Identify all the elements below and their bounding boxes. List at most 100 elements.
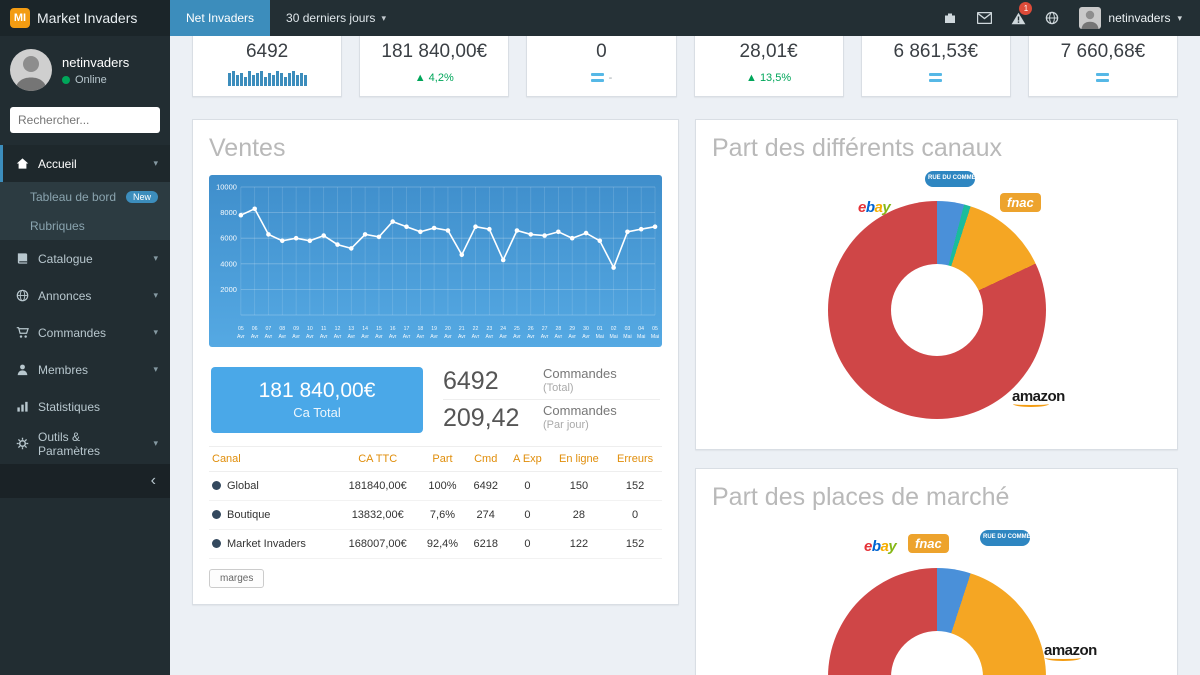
table-row: Boutique 13832,00€ 7,6% 274 0 28 0 — [209, 501, 662, 530]
topbar-actions: 1 netinvaders ▾ — [933, 0, 1200, 36]
globe-icon[interactable] — [1035, 0, 1069, 36]
channel-dot-icon — [212, 481, 221, 490]
notification-badge: 1 — [1019, 2, 1032, 15]
stat-value: 28,01€ — [701, 41, 837, 63]
sidebar-collapse[interactable]: ‹ — [0, 464, 170, 498]
svg-text:Avr: Avr — [334, 334, 342, 340]
marche-panel: Part des places de marché ebay fnac RUE … — [695, 468, 1178, 675]
svg-text:13: 13 — [348, 326, 354, 332]
svg-text:Avr: Avr — [417, 334, 425, 340]
svg-text:Avr: Avr — [430, 334, 438, 340]
svg-text:10000: 10000 — [216, 182, 237, 191]
sidebar-item-accueil[interactable]: Accueil ▾ — [0, 145, 170, 182]
ventes-line-chart: 20004000600080001000005Avr06Avr07Avr08Av… — [209, 175, 662, 347]
equal-icon — [591, 73, 604, 82]
sidebar-item-catalogue[interactable]: Catalogue ▾ — [0, 240, 170, 277]
user-menu[interactable]: netinvaders ▾ — [1069, 7, 1192, 29]
sidebar-item-membres[interactable]: Membres ▾ — [0, 351, 170, 388]
user-icon — [16, 363, 29, 376]
bar-chart-icon — [16, 400, 29, 413]
svg-text:4000: 4000 — [220, 259, 237, 268]
tab-net-invaders[interactable]: Net Invaders — [170, 0, 270, 36]
svg-text:30: 30 — [583, 326, 589, 332]
svg-text:Avr: Avr — [375, 334, 383, 340]
svg-text:Mai: Mai — [637, 334, 645, 340]
svg-text:11: 11 — [321, 326, 326, 332]
svg-text:25: 25 — [514, 326, 520, 332]
svg-text:21: 21 — [459, 326, 465, 332]
chevron-down-icon: ▾ — [153, 364, 158, 375]
period-dropdown[interactable]: 30 derniers jours ▾ — [270, 0, 402, 36]
svg-text:Avr: Avr — [237, 334, 245, 340]
channel-dot-icon — [212, 539, 221, 548]
svg-text:12: 12 — [335, 326, 341, 332]
topbar: MI Market Invaders Net Invaders 30 derni… — [0, 0, 1200, 36]
svg-text:Mai: Mai — [623, 334, 631, 340]
amazon-logo: amazon — [1012, 388, 1065, 407]
sidebar-item-annonces[interactable]: Annonces ▾ — [0, 277, 170, 314]
ebay-logo: ebay — [864, 538, 896, 555]
svg-text:Avr: Avr — [361, 334, 369, 340]
svg-text:Avr: Avr — [292, 334, 300, 340]
alert-icon[interactable]: 1 — [1001, 0, 1035, 36]
svg-text:03: 03 — [625, 326, 631, 332]
svg-text:Avr: Avr — [347, 334, 355, 340]
sidebar-user-name: netinvaders — [62, 55, 129, 70]
user-status[interactable]: Online — [62, 74, 129, 86]
svg-text:6000: 6000 — [220, 234, 237, 243]
svg-text:Avr: Avr — [389, 334, 397, 340]
search-input[interactable] — [10, 107, 160, 133]
equal-icon — [1096, 73, 1109, 82]
sidebar-item-outils-parametres[interactable]: Outils & Paramètres ▾ — [0, 425, 170, 462]
period-label: 30 derniers jours — [286, 11, 375, 25]
sidebar-submenu-accueil: Tableau de bord New Rubriques — [0, 182, 170, 240]
svg-text:08: 08 — [279, 326, 285, 332]
sparkline-chart — [228, 70, 307, 86]
svg-text:Avr: Avr — [555, 334, 563, 340]
marges-button[interactable]: marges — [209, 569, 264, 588]
ventes-panel: Ventes 20004000600080001000005Avr06Avr07… — [192, 119, 679, 605]
svg-text:Avr: Avr — [582, 334, 590, 340]
sidebar-item-tableau-de-bord[interactable]: Tableau de bord New — [0, 182, 170, 211]
chevron-down-icon: ▾ — [381, 13, 386, 24]
app-logo[interactable]: MI Market Invaders — [0, 0, 170, 36]
main-content: COMMANDES 6492 VENTES 181 840,00€ ▲ 4,2%… — [170, 0, 1200, 675]
svg-text:Avr: Avr — [499, 334, 507, 340]
sidebar-item-commandes[interactable]: Commandes ▾ — [0, 314, 170, 351]
svg-text:09: 09 — [293, 326, 299, 332]
box-icon[interactable] — [933, 0, 967, 36]
new-badge: New — [126, 191, 158, 203]
svg-text:Avr: Avr — [320, 334, 328, 340]
canaux-donut-chart — [828, 201, 1046, 419]
table-row: Global 181840,00€ 100% 6492 0 150 152 — [209, 472, 662, 501]
svg-text:22: 22 — [473, 326, 479, 332]
brand-title: Market Invaders — [37, 10, 137, 26]
chevron-down-icon: ▾ — [153, 290, 158, 301]
svg-text:Avr: Avr — [541, 334, 549, 340]
svg-text:Avr: Avr — [527, 334, 535, 340]
svg-text:23: 23 — [486, 326, 492, 332]
rue-du-commerce-logo: RUE DU COMMERCE — [925, 171, 975, 187]
trend-up-icon: ▲ 4,2% — [415, 72, 454, 84]
svg-text:17: 17 — [404, 326, 410, 332]
svg-text:18: 18 — [417, 326, 423, 332]
canaux-panel: Part des différents canaux ebay RUE DU C… — [695, 119, 1178, 450]
svg-text:14: 14 — [362, 326, 368, 332]
sidebar-item-statistiques[interactable]: Statistiques — [0, 388, 170, 425]
gears-icon — [16, 437, 29, 450]
svg-text:19: 19 — [431, 326, 437, 332]
svg-text:27: 27 — [542, 326, 548, 332]
sidebar-item-rubriques[interactable]: Rubriques — [0, 211, 170, 240]
svg-text:04: 04 — [638, 326, 644, 332]
equal-icon — [929, 73, 942, 82]
chevron-down-icon: ▾ — [153, 158, 158, 169]
svg-text:Avr: Avr — [251, 334, 259, 340]
book-icon — [16, 252, 29, 265]
svg-text:Avr: Avr — [403, 334, 411, 340]
mail-icon[interactable] — [967, 0, 1001, 36]
panel-title-canaux: Part des différents canaux — [712, 134, 1161, 163]
amazon-logo: amazon — [1044, 642, 1097, 661]
table-header-row: Canal CA TTC Part Cmd A Exp En ligne Err… — [209, 447, 662, 472]
stat-value: 7 660,68€ — [1035, 41, 1171, 63]
stat-value: 181 840,00€ — [366, 41, 502, 63]
